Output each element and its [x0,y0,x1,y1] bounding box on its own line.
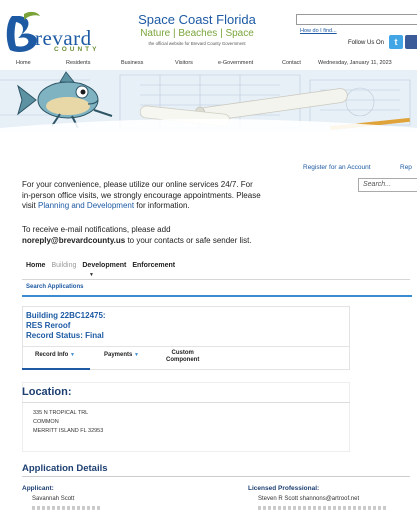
notice-info-text: for information. [134,201,190,210]
site-subtitle: the official website for Brevard County … [148,41,246,46]
record-info-caret-icon: ▼ [70,352,75,358]
hero-banner [0,70,417,132]
record-info-tab[interactable]: Record Info ▼ [35,352,75,358]
location-heading: Location: [22,386,72,398]
address-line-2: COMMON [33,419,59,425]
banner-illustration [0,70,417,132]
application-divider [22,476,410,477]
record-number: Building 22BC12475: [26,311,106,320]
facebook-icon[interactable] [405,35,417,49]
custom-component-tab[interactable]: Custom Component [166,350,199,364]
nav-date: Wednesday, January 11, 2023 [318,60,392,66]
component-label: Component [166,357,200,363]
notice-line-2: in-person office visits, we strongly enc… [22,190,261,200]
record-type: RES Reroof [26,321,71,330]
register-account-link[interactable]: Register for an Account [303,164,371,171]
notice-visit-text: visit [22,201,38,210]
site-tagline: Nature | Beaches | Space [140,28,254,39]
tab-development[interactable]: Development [82,262,126,269]
search-applications-link[interactable]: Search Applications [26,284,83,290]
active-tab-indicator [22,368,90,370]
module-divider [22,279,410,280]
notice-line-3: visit Planning and Development for infor… [22,201,322,212]
tab-enforcement[interactable]: Enforcement [132,262,175,269]
applicant-detail-partial [32,506,102,510]
address-line-3: MERRITT ISLAND FL 32953 [33,428,104,434]
professional-name: Steven R Scott shannons@artroof.net [258,496,360,502]
service-notice: For your convenience, please utilize our… [22,180,322,212]
nav-visitors[interactable]: Visitors [175,60,193,66]
email-notice-line-1: To receive e-mail notifications, please … [22,225,171,234]
email-notice-line-2: noreply@brevardcounty.us to your contact… [22,236,322,247]
payments-caret-icon: ▼ [134,352,139,358]
logo-county-text: COUNTY [54,46,100,53]
applicant-label: Applicant: [22,485,54,492]
top-navigation: Home Residents Business Visitors e-Gover… [0,58,417,70]
header-search-input[interactable] [296,14,417,25]
building-dropdown-icon[interactable]: ▼ [89,272,94,278]
tab-building[interactable]: Building [51,262,76,269]
follow-us-label: Follow Us On [348,40,385,46]
noreply-email: noreply@brevardcounty.us [22,235,126,245]
nav-business[interactable]: Business [121,60,143,66]
site-title-main: Space Coast Florida [138,12,256,27]
how-do-i-find-link[interactable]: How do I find... [300,28,337,34]
email-notice: To receive e-mail notifications, please … [22,225,322,246]
brevard-logo[interactable]: revard COUNTY [2,6,114,54]
application-details-heading: Application Details [22,463,108,474]
subnav-accent-line [22,295,412,297]
nav-contact[interactable]: Contact [282,60,301,66]
twitter-icon[interactable]: t [389,35,403,49]
notice-line-1: For your convenience, please utilize our… [22,180,253,189]
site-title: Space Coast Florida Nature | Beaches | S… [128,13,266,47]
location-divider [22,402,350,403]
address-line-1: 335 N TROPICAL TRL [33,410,89,416]
nav-egovernment[interactable]: e-Government [218,60,253,66]
search-input[interactable]: Search... [358,178,417,192]
applicant-name: Savannah Scott [32,496,75,502]
licensed-professional-label: Licensed Professional: [248,485,320,492]
report-link[interactable]: Rep [400,164,412,171]
site-header: revard COUNTY Space Coast Florida Nature… [0,0,417,58]
module-tabs: Home Building Development Enforcement [26,262,181,269]
professional-detail-partial [258,506,388,510]
record-info-label: Record Info [35,352,69,358]
nav-home[interactable]: Home [16,60,31,66]
custom-label: Custom [171,350,194,356]
nav-residents[interactable]: Residents [66,60,90,66]
planning-development-link[interactable]: Planning and Development [38,201,134,210]
tab-home[interactable]: Home [26,262,45,269]
payments-tab[interactable]: Payments ▼ [104,352,139,358]
email-notice-rest: to your contacts or safe sender list. [125,235,252,245]
record-status: Record Status: Final [26,331,104,340]
payments-label: Payments [104,352,133,358]
